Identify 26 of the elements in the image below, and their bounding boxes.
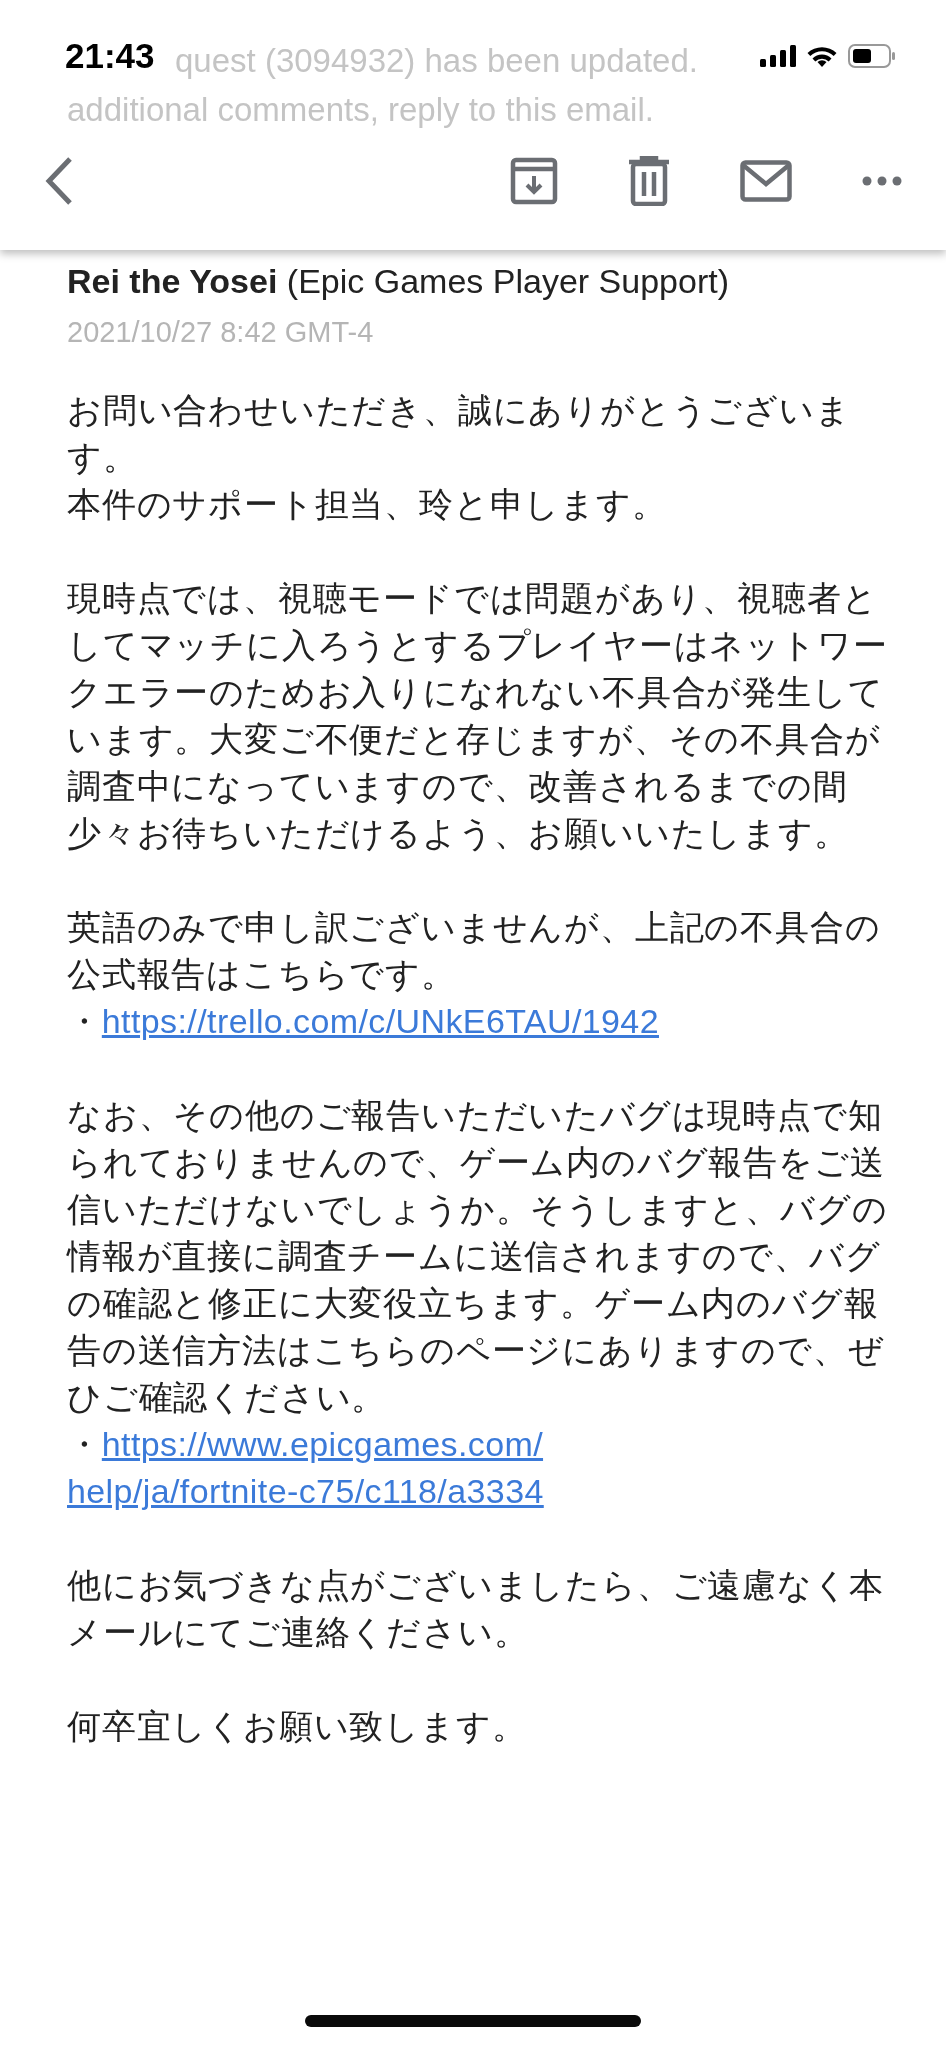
back-icon [44, 156, 74, 206]
url-link[interactable]: help/ja/fortnite-c75/c118/a3334 [67, 1472, 544, 1510]
email-paragraph: 何卒宜しくお願い致します。 [67, 1706, 528, 1747]
email-paragraph: 他にお気づきな点がございましたら、ご遠慮なく本メールにてご連絡ください。 [67, 1565, 885, 1653]
status-time: 21:43 [65, 36, 155, 76]
trash-icon [628, 156, 670, 206]
mail-icon [740, 160, 792, 202]
email-text: additional comments, reply to this email. [67, 90, 654, 130]
bullet-mark: ・ [67, 1425, 102, 1463]
email-paragraph: お問い合わせいただき、誠にありがとうございます。 [67, 390, 852, 478]
url-link[interactable]: https://trello.com/c/UNkE6TAU/1942 [101, 1002, 659, 1040]
signal-icon [760, 45, 796, 67]
bullet-mark: ・ [67, 1002, 102, 1040]
email-paragraph: なお、その他のご報告いただいたバグは現時点で知られておりませんので、ゲーム内のバグ報告をご送信いただけないでしょうか。そうしますと、バグの情報が直接に調査チームに送信されますので、バグの確認と修正に大変役立ちます。ゲーム内のバグ報告の送信方法はこちらのページにありますので、ぜひご確認ください。 [67, 1095, 889, 1418]
archive-icon [510, 157, 558, 205]
sender-name: Rei the Yosei (Epic Games Player Support) [67, 261, 730, 302]
email-paragraph: 本件のサポート担当、玲と申します。 [67, 484, 668, 525]
battery-icon [848, 44, 896, 68]
email-date: 2021/10/27 8:42 GMT-4 [67, 315, 375, 350]
more-icon [862, 176, 902, 186]
email-paragraph: 英語のみで申し訳ございませんが、上記の不具合の公式報告はこちらです。 [67, 907, 882, 995]
email-text: quest (3094932) has been updated. [175, 41, 698, 81]
url-link[interactable]: https://www.epicgames.com/ [101, 1425, 544, 1463]
wifi-icon [806, 44, 838, 68]
email-paragraph: 現時点では、視聴モードでは問題があり、視聴者としてマッチに入ろうとするプレイヤーはネットワークエラーのためお入りになれない不具合が発生しています。大変ご不便だと存じますが、その不具合が調査中になっていますので、改善されるまでの間 [67, 578, 889, 807]
email-paragraph: 少々お待ちいただけるよう、お願いいたします。 [67, 813, 850, 854]
